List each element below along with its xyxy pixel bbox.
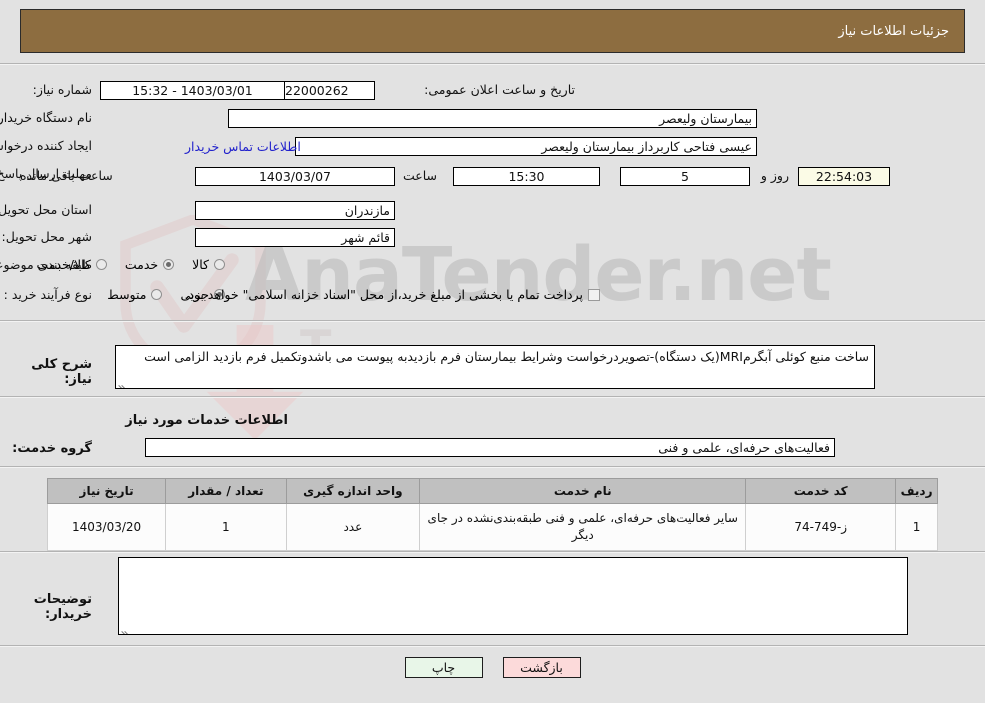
treasury-checkbox-wrap: پرداخت تمام یا بخشی از مبلغ خرید،از محل … <box>184 287 600 302</box>
announce-datetime-field[interactable]: 1403/03/01 - 15:32 <box>100 81 285 100</box>
radio-kala-icon[interactable] <box>214 259 225 270</box>
category-option-kala-label: کالا <box>192 257 209 272</box>
treasury-checkbox-option[interactable]: پرداخت تمام یا بخشی از مبلغ خرید،از محل … <box>184 287 600 302</box>
col-name: نام خدمت <box>419 478 747 504</box>
divider-bottom <box>0 645 985 647</box>
process-type-label: نوع فرآیند خرید : <box>3 287 92 302</box>
category-option-kala[interactable]: کالا <box>192 257 225 272</box>
process-option-motavasset[interactable]: متوسط <box>107 287 163 302</box>
category-option-kala-khedmat[interactable]: کالا/خدمت <box>36 257 107 272</box>
remaining-suffix-wrap: ساعت باقی مانده <box>20 168 113 183</box>
divider-services <box>0 466 985 468</box>
deadline-date-field[interactable]: 1403/03/07 <box>195 167 395 186</box>
col-unit: واحد اندازه گیری <box>285 478 421 504</box>
cell-name: سایر فعالیت‌های حرفه‌ای، علمی و فنی طبقه… <box>419 503 747 551</box>
creator-field[interactable]: عیسی فتاحی کاربرداز بیمارستان ولیعصر <box>295 137 757 156</box>
services-table: ردیف کد خدمت نام خدمت واحد اندازه گیری ت… <box>46 478 938 551</box>
table-header-row: ردیف کد خدمت نام خدمت واحد اندازه گیری ت… <box>46 478 938 504</box>
cell-qty: 1 <box>165 503 287 551</box>
cell-unit: عدد <box>285 503 421 551</box>
remaining-days-field[interactable]: 5 <box>620 167 750 186</box>
description-text: ساخت منبع کوئلی آبگرمMRI(یک دستگاه)-تصوی… <box>144 349 869 364</box>
col-date: تاریخ نیاز <box>46 478 167 504</box>
buyer-org-label: نام دستگاه خریدار: <box>0 110 92 125</box>
buyer-org-field[interactable]: بیمارستان ولیعصر <box>228 109 757 128</box>
creator-label: ایجاد کننده درخواست: <box>0 138 92 153</box>
need-details-page: T AnaTender.net جزئیات اطلاعات نیاز شمار… <box>0 0 985 703</box>
remaining-days-label-wrap: روز و <box>761 168 789 183</box>
service-group-label: گروه خدمت: <box>12 441 92 456</box>
deadline-time-field[interactable]: 15:30 <box>453 167 600 186</box>
description-label: شرح کلی نیاز: <box>31 357 92 387</box>
contact-link-wrap: اطلاعات تماس خریدار <box>185 139 301 154</box>
services-section-title: اطلاعات خدمات مورد نیاز <box>125 413 288 428</box>
process-label-wrap: نوع فرآیند خرید : <box>4 287 92 302</box>
province-field[interactable]: مازندران <box>195 201 395 220</box>
radio-khedmat-icon[interactable] <box>163 259 175 270</box>
city-label-wrap: شهر محل تحویل: <box>2 229 92 244</box>
buyer-notes-label: توضیحات خریدار: <box>33 592 92 622</box>
need-number-label: شماره نیاز: <box>32 82 92 97</box>
deadline-hour-label-wrap: ساعت <box>403 168 437 183</box>
remaining-days-label: روز و <box>760 168 789 183</box>
cell-row: 1 <box>895 503 938 551</box>
service-group-field[interactable]: فعالیت‌های حرفه‌ای، علمی و فنی <box>145 438 835 457</box>
creator-label-wrap: ایجاد کننده درخواست: <box>0 138 92 153</box>
cell-date: 1403/03/20 <box>46 503 167 551</box>
description-textarea[interactable]: ساخت منبع کوئلی آبگرمMRI(یک دستگاه)-تصوی… <box>115 345 875 389</box>
city-label: شهر محل تحویل: <box>1 229 92 244</box>
buyer-notes-textarea[interactable] <box>118 557 908 635</box>
category-option-khedmat[interactable]: خدمت <box>124 257 175 272</box>
radio-kala-khedmat-icon[interactable] <box>95 259 107 270</box>
col-code: کد خدمت <box>745 478 897 504</box>
province-label: استان محل تحویل: <box>0 202 92 217</box>
divider-table-bottom <box>0 551 985 553</box>
table-row: 1 ز-749-74 سایر فعالیت‌های حرفه‌ای، علمی… <box>46 503 938 551</box>
print-button[interactable]: چاپ <box>404 657 483 678</box>
col-row: ردیف <box>895 478 938 504</box>
divider-description-bottom <box>0 396 985 398</box>
back-button[interactable]: بازگشت <box>502 657 581 678</box>
announce-label-wrap: تاریخ و ساعت اعلان عمومی: <box>424 82 575 97</box>
radio-motavasset-icon[interactable] <box>151 289 163 300</box>
page-header: جزئیات اطلاعات نیاز <box>20 9 965 53</box>
deadline-hour-label: ساعت <box>402 168 437 183</box>
remaining-suffix-label: ساعت باقی مانده <box>20 168 113 183</box>
announce-datetime-label: تاریخ و ساعت اعلان عمومی: <box>424 82 575 97</box>
action-button-bar: بازگشت چاپ <box>0 657 985 678</box>
resize-grip-icon[interactable] <box>118 377 128 388</box>
divider-mid <box>0 320 985 322</box>
buyer-contact-link[interactable]: اطلاعات تماس خریدار <box>185 139 301 154</box>
province-label-wrap: استان محل تحویل: <box>0 202 92 217</box>
checkbox-treasury-icon[interactable] <box>588 288 600 301</box>
resize-grip-icon-2[interactable] <box>121 623 131 634</box>
treasury-checkbox-label: پرداخت تمام یا بخشی از مبلغ خرید،از محل … <box>184 287 583 302</box>
need-number-label-wrap: شماره نیاز: <box>33 82 92 97</box>
cell-code: ز-749-74 <box>745 503 897 551</box>
city-field[interactable]: قائم شهر <box>195 228 395 247</box>
col-qty: تعداد / مقدار <box>165 478 287 504</box>
category-option-khedmat-label: خدمت <box>124 257 159 272</box>
process-option-motavasset-label: متوسط <box>107 287 147 302</box>
remaining-clock-field[interactable]: 22:54:03 <box>798 167 890 186</box>
category-option-kala-khedmat-label: کالا/خدمت <box>36 257 91 272</box>
divider-top <box>0 63 985 65</box>
page-title: جزئیات اطلاعات نیاز <box>838 23 949 39</box>
category-radio-group: کالا خدمت کالا/خدمت <box>18 257 225 272</box>
buyer-org-label-wrap: نام دستگاه خریدار: <box>0 110 92 125</box>
